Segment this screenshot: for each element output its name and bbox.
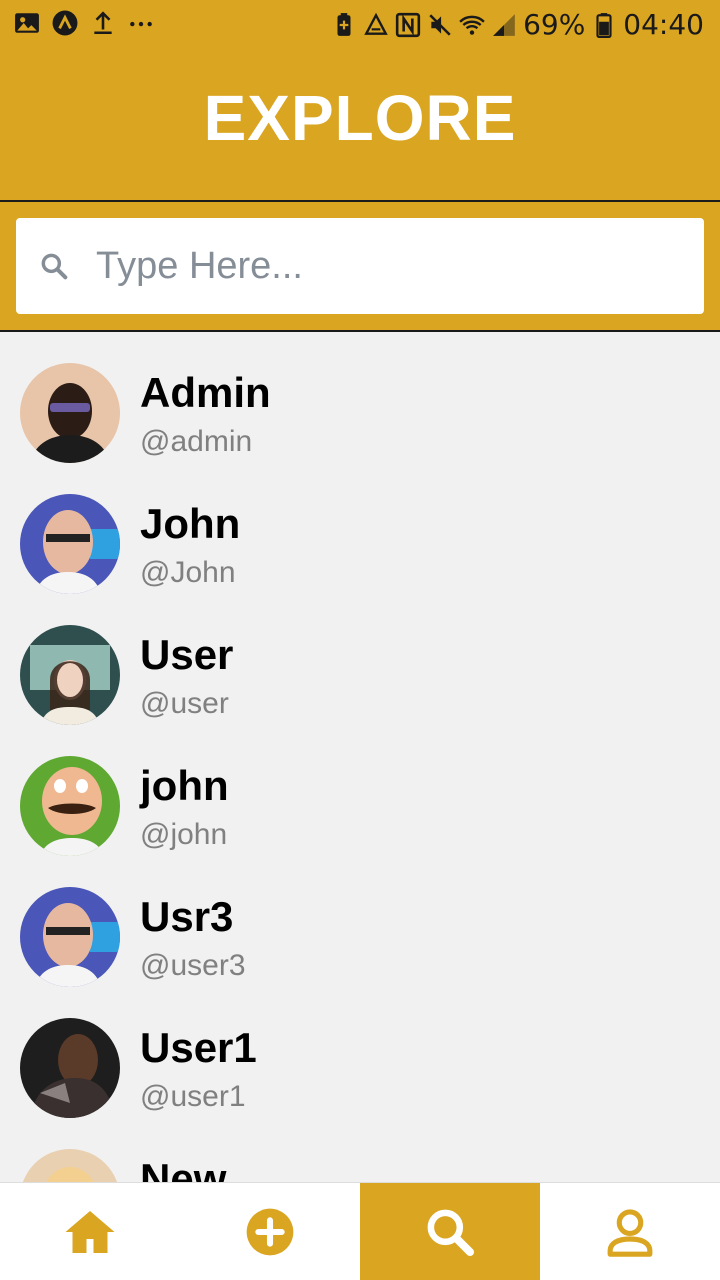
recycle-icon <box>363 12 389 38</box>
avatar[interactable] <box>20 494 120 594</box>
upload-icon <box>90 10 116 36</box>
avatar[interactable] <box>20 1149 120 1182</box>
avatar[interactable] <box>20 887 120 987</box>
page-title: EXPLORE <box>203 82 517 154</box>
user-name: User1 <box>140 1024 257 1071</box>
user-list: Admin @admin John @John User @user john … <box>0 332 720 1182</box>
nav-home[interactable] <box>0 1183 180 1280</box>
status-bar: 69% 04:40 <box>0 0 720 50</box>
signal-icon <box>491 12 517 38</box>
nav-search[interactable] <box>360 1183 540 1280</box>
avatar[interactable] <box>20 363 120 463</box>
user-name: User <box>140 631 234 678</box>
more-dots-icon <box>128 10 154 36</box>
list-item[interactable]: User1 @user1 <box>0 987 720 1118</box>
search-bar-container <box>0 200 720 332</box>
avatar[interactable] <box>20 1018 120 1118</box>
search-icon <box>427 1209 475 1257</box>
list-item[interactable]: Usr3 @user3 <box>0 856 720 987</box>
a-circle-icon <box>52 10 78 36</box>
user-handle: @admin <box>140 425 253 458</box>
bottom-nav <box>0 1182 720 1280</box>
user-name: John <box>140 500 241 547</box>
list-item[interactable]: Admin @admin <box>0 332 720 463</box>
nav-add[interactable] <box>180 1183 360 1280</box>
list-item[interactable]: User @user <box>0 594 720 725</box>
user-handle: @john <box>140 818 228 851</box>
nfc-icon <box>395 12 421 38</box>
list-item[interactable]: John @John <box>0 463 720 594</box>
profile-icon <box>607 1209 653 1257</box>
search-input[interactable] <box>96 244 656 288</box>
battery-saver-icon <box>331 12 357 38</box>
avatar[interactable] <box>20 625 120 725</box>
clock: 04:40 <box>623 8 704 41</box>
user-handle: @user <box>140 687 229 720</box>
user-handle: @John <box>140 556 236 589</box>
mute-icon <box>427 12 453 38</box>
search-box[interactable] <box>16 218 704 314</box>
app-header: EXPLORE <box>0 50 720 200</box>
home-icon <box>65 1211 115 1253</box>
user-name: New <box>140 1155 227 1182</box>
user-name: john <box>140 762 229 809</box>
list-item[interactable]: New <box>0 1118 720 1182</box>
user-handle: @user1 <box>140 1080 246 1113</box>
user-handle: @user3 <box>140 949 246 982</box>
wifi-icon <box>459 12 485 38</box>
battery-icon <box>591 12 617 38</box>
nav-profile[interactable] <box>540 1183 720 1280</box>
list-item[interactable]: john @john <box>0 725 720 856</box>
search-icon <box>41 253 68 280</box>
battery-percent: 69% <box>523 8 586 41</box>
avatar[interactable] <box>20 756 120 856</box>
add-circle-icon <box>246 1208 294 1256</box>
image-icon <box>14 10 40 36</box>
user-name: Usr3 <box>140 893 234 940</box>
user-name: Admin <box>140 369 271 416</box>
